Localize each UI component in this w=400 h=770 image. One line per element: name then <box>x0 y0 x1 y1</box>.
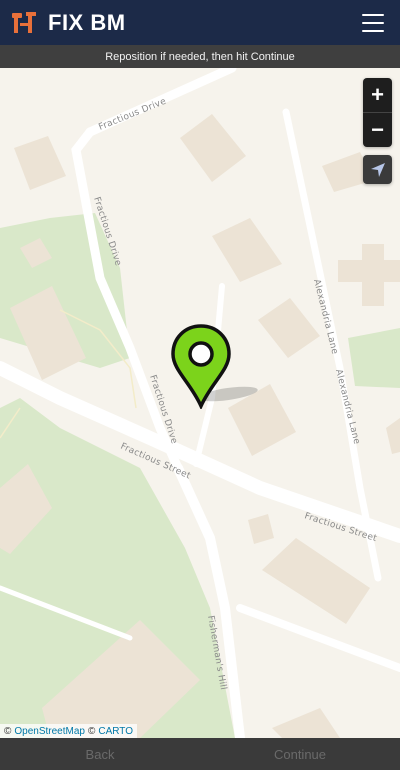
brand-name: FIX BM <box>48 9 126 35</box>
brand-logo[interactable]: FIX BM <box>12 10 126 36</box>
copyright-symbol: © <box>4 725 12 737</box>
location-pin[interactable] <box>170 324 265 414</box>
back-button[interactable]: Back <box>0 738 200 770</box>
continue-button[interactable]: Continue <box>200 738 400 770</box>
instruction-bar: Reposition if needed, then hit Continue <box>0 45 400 68</box>
zoom-in-button[interactable]: + <box>363 78 392 112</box>
map-view[interactable]: Fractious Drive Fractious Drive Fractiou… <box>0 68 400 738</box>
instruction-text: Reposition if needed, then hit Continue <box>105 50 295 63</box>
carto-link[interactable]: CARTO <box>98 726 133 737</box>
openstreetmap-link[interactable]: OpenStreetMap <box>14 726 85 737</box>
hamburger-menu-icon[interactable] <box>362 13 384 32</box>
copyright-symbol: © <box>87 725 96 737</box>
map-attribution: © OpenStreetMap © CARTO <box>0 724 137 738</box>
zoom-out-button[interactable]: − <box>363 112 392 147</box>
locate-me-button[interactable] <box>363 155 392 184</box>
footer-bar: Back Continue <box>0 738 400 770</box>
tools-logo-icon <box>12 11 36 33</box>
location-arrow-icon <box>370 162 385 177</box>
app-header: FIX BM <box>0 0 400 45</box>
map-marker-icon <box>171 324 258 411</box>
zoom-controls: + − <box>363 78 392 147</box>
